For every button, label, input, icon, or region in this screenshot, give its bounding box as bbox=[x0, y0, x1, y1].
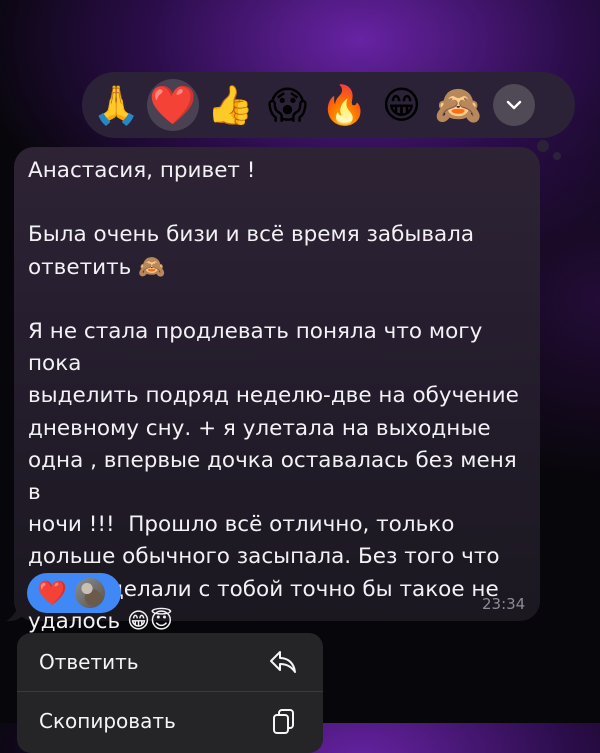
see-no-evil-emoji: 🙈 bbox=[138, 254, 166, 280]
menu-item-label: Скопировать bbox=[39, 709, 176, 733]
message-line-3: ответить bbox=[28, 254, 132, 280]
picker-tail bbox=[537, 140, 549, 152]
reaction-picker: 🙏 ❤️ 👍 😱 🔥 😁 🙈 bbox=[82, 72, 575, 160]
message-line-2: Была очень бизи и всё время забывала bbox=[28, 222, 475, 248]
menu-item-label: Ответить bbox=[39, 650, 139, 674]
emoji-fire-option[interactable]: 🔥 bbox=[316, 78, 373, 132]
menu-item-reply[interactable]: Ответить bbox=[17, 633, 323, 691]
message-text: Анастасия, привет ! Была очень бизи и вс… bbox=[28, 155, 533, 638]
picker-tail-dot bbox=[553, 152, 561, 160]
reactor-avatar bbox=[72, 576, 107, 610]
heart-reaction: ❤️ bbox=[37, 579, 67, 607]
emoji-see-no-evil-option[interactable]: 🙈 bbox=[430, 78, 487, 132]
emoji-pray-option[interactable]: 🙏 bbox=[88, 78, 145, 132]
bubble-tail bbox=[6, 599, 28, 621]
emoji-grin-option[interactable]: 😁 bbox=[373, 78, 430, 132]
chevron-down-icon bbox=[506, 100, 522, 110]
menu-item-copy[interactable]: Скопировать bbox=[17, 692, 323, 750]
message-line-greeting: Анастасия, привет ! bbox=[28, 158, 256, 183]
copy-icon bbox=[273, 709, 294, 734]
reply-icon bbox=[270, 651, 296, 673]
message-end-emojis: 😁😇 bbox=[127, 608, 173, 634]
message-timestamp: 23:34 bbox=[482, 595, 526, 613]
emoji-scream-option[interactable]: 😱 bbox=[259, 78, 316, 132]
message-reaction-pill[interactable]: ❤️ bbox=[27, 573, 121, 613]
emoji-thumbs-up-option[interactable]: 👍 bbox=[202, 78, 259, 132]
expand-reactions-button[interactable] bbox=[493, 84, 535, 126]
context-menu: Ответить Скопировать bbox=[17, 633, 323, 753]
emoji-heart-option[interactable]: ❤️ bbox=[147, 79, 199, 131]
